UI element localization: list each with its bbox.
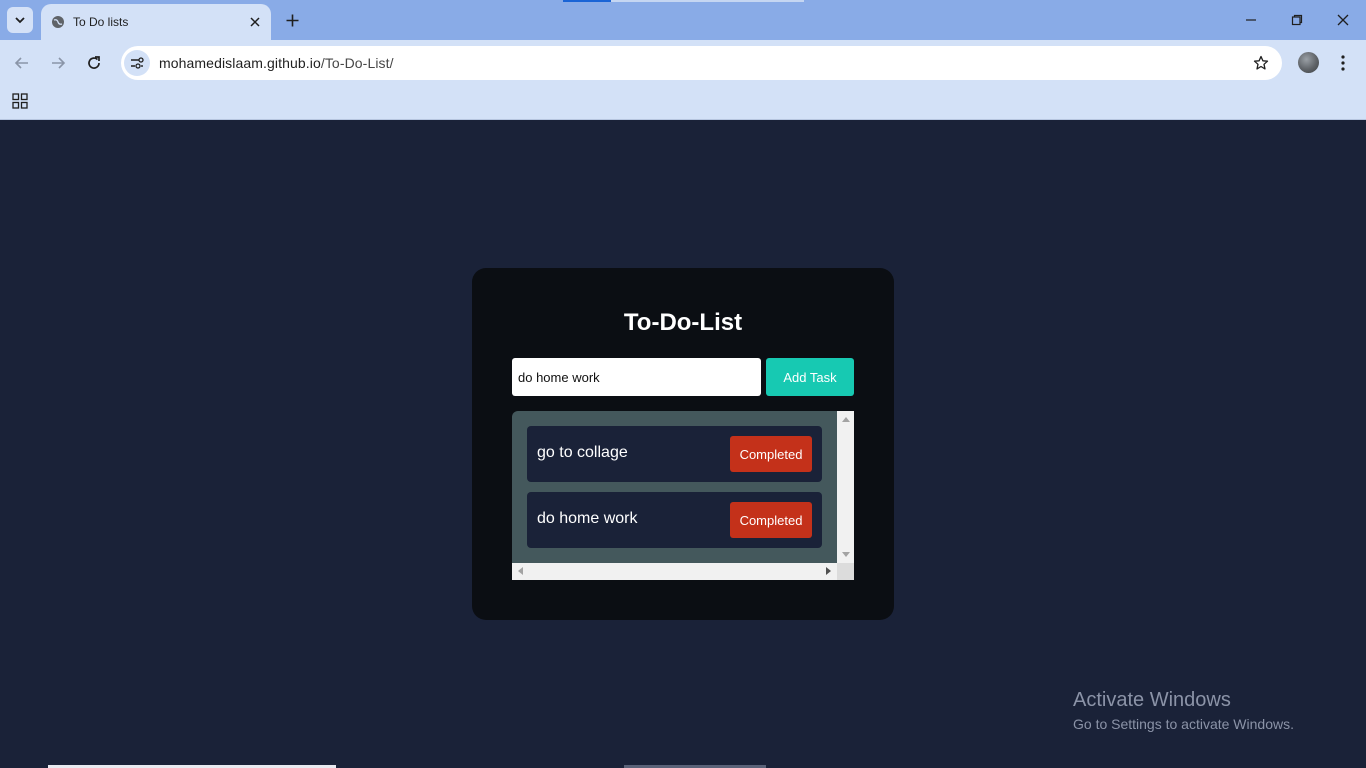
watermark-subtitle: Go to Settings to activate Windows. [1073,716,1294,732]
loading-indicator [563,0,611,2]
list-item: do home work Completed [527,492,822,548]
close-tab-icon[interactable] [247,14,263,30]
restore-button[interactable] [1283,6,1311,34]
list-item: go to collage Completed [527,426,822,482]
url-text: mohamedislaam.github.io/To-Do-List/ [159,55,394,71]
close-window-button[interactable] [1329,6,1357,34]
loading-indicator-track [611,0,804,2]
browser-toolbar: mohamedislaam.github.io/To-Do-List/ [0,40,1366,86]
scroll-down-arrow-icon[interactable] [842,552,850,557]
todo-card: To-Do-List Add Task go to collage Comple… [472,268,894,620]
scroll-up-arrow-icon[interactable] [842,417,850,422]
site-info-icon[interactable] [124,50,150,76]
tab-search-button[interactable] [7,7,33,33]
watermark-title: Activate Windows [1073,689,1231,711]
address-bar[interactable]: mohamedislaam.github.io/To-Do-List/ [121,46,1282,80]
bookmarks-bar [0,86,1366,120]
minimize-button[interactable] [1237,6,1265,34]
profile-avatar[interactable] [1298,52,1319,73]
scroll-right-arrow-icon[interactable] [826,567,831,575]
completed-button[interactable]: Completed [730,502,812,538]
scrollbar-corner [837,563,854,580]
restore-icon [1291,14,1303,26]
close-icon [1337,14,1349,26]
tab-title: To Do lists [73,15,129,29]
horizontal-scrollbar[interactable] [512,563,837,580]
arrow-left-icon [14,57,28,69]
reload-icon [88,56,100,69]
browser-tab[interactable]: To Do lists [41,4,271,40]
arrow-right-icon [52,57,66,69]
new-tab-button[interactable] [281,9,303,31]
reload-button[interactable] [80,49,108,77]
task-list[interactable]: go to collage Completed do home work Com… [512,411,854,580]
task-input[interactable] [512,358,761,396]
scroll-left-arrow-icon[interactable] [518,567,523,575]
url-host: mohamedislaam.github.io [159,55,321,71]
browser-menu-button[interactable] [1333,49,1353,77]
globe-icon [50,14,66,30]
tab-strip: To Do lists [0,0,1366,40]
completed-button[interactable]: Completed [730,436,812,472]
forward-button[interactable] [44,49,72,77]
vertical-scrollbar[interactable] [837,411,854,563]
page-title: To-Do-List [623,309,743,336]
more-vertical-icon [1341,55,1345,71]
apps-grid-icon[interactable] [11,92,29,110]
page-content: To-Do-List Add Task go to collage Comple… [0,121,1366,768]
task-text: do home work [537,510,638,527]
back-button[interactable] [8,49,36,77]
plus-icon [286,14,298,26]
url-path: /To-Do-List/ [320,55,394,71]
chevron-down-icon [15,17,25,24]
task-text: go to collage [537,444,628,461]
add-task-button[interactable]: Add Task [766,358,854,396]
bookmark-star-icon[interactable] [1252,54,1270,72]
activate-windows-watermark: Activate Windows Go to Settings to activ… [1073,689,1294,732]
minimize-icon [1246,19,1256,21]
